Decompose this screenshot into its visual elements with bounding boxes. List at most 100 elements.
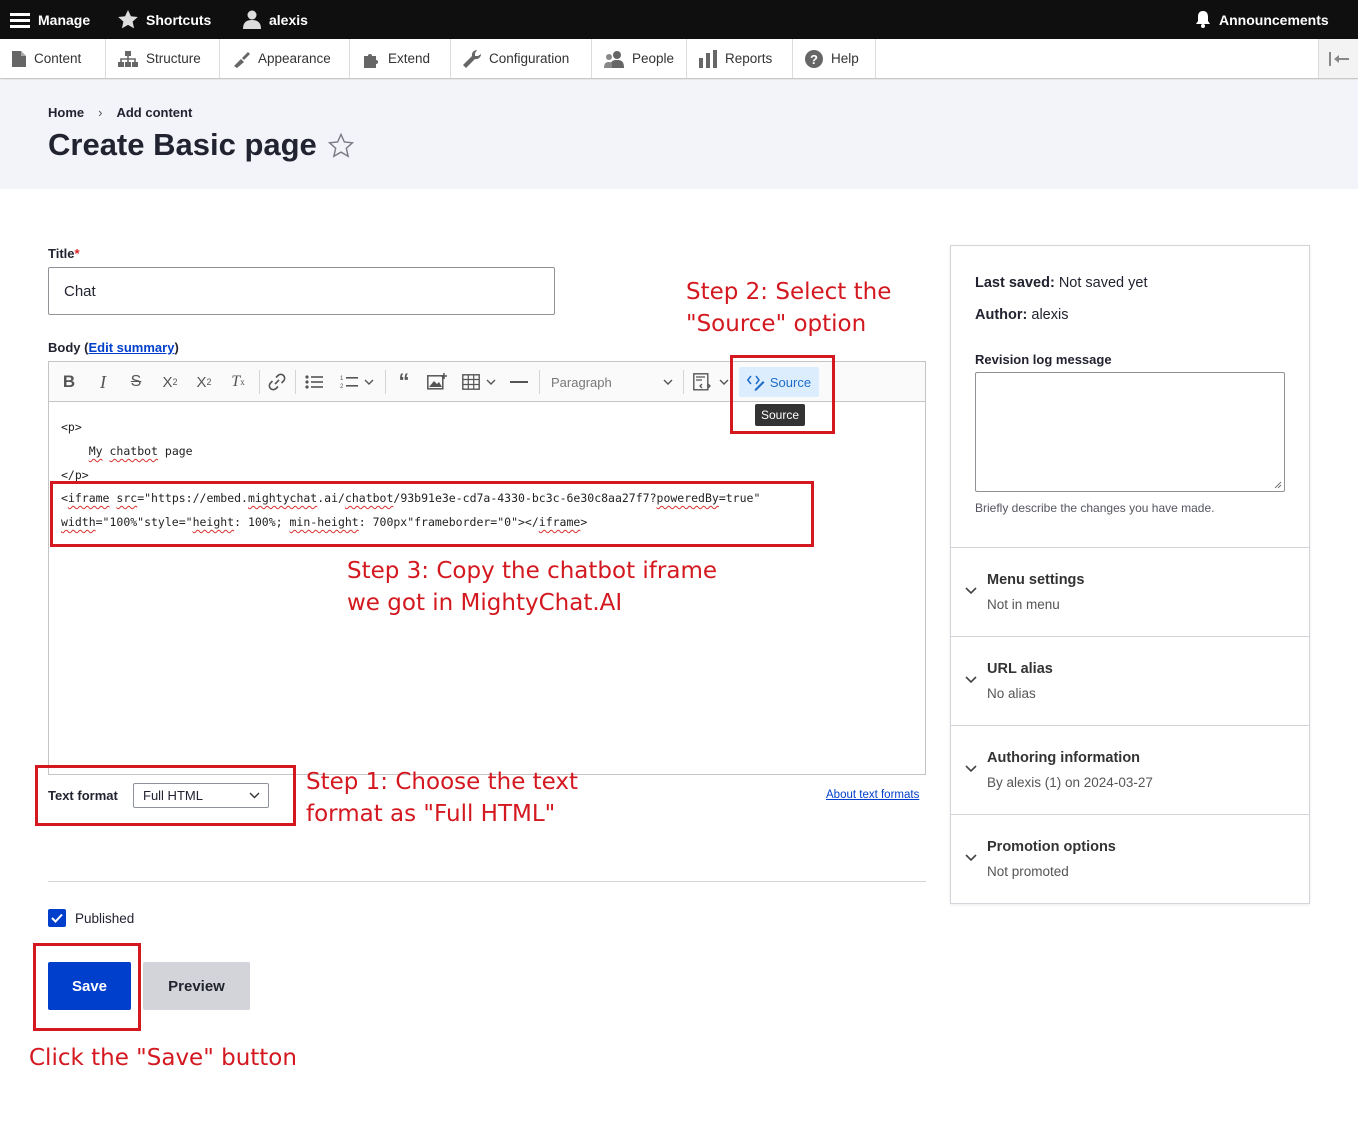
edit-summary-close: ) — [174, 340, 179, 355]
bold-icon[interactable]: B — [57, 362, 81, 402]
tray-item-reports[interactable]: Reports — [687, 39, 793, 78]
code-block-dropdown[interactable] — [689, 362, 733, 402]
strikethrough-icon[interactable]: S — [124, 362, 148, 402]
section-summary: Not promoted — [987, 864, 1069, 879]
brush-icon — [234, 51, 250, 68]
annotation-line: "Source" option — [686, 311, 867, 337]
url-alias-section[interactable]: URL alias No alias — [951, 636, 1309, 725]
user-name: alexis — [269, 11, 308, 28]
annotation-line: format as "Full HTML" — [306, 801, 556, 827]
manage-menu-button[interactable]: Manage — [10, 0, 90, 39]
help-icon: ? — [805, 49, 823, 68]
chevron-down-icon — [719, 379, 729, 385]
chevron-down-icon — [663, 379, 673, 385]
breadcrumb-add-content[interactable]: Add content — [116, 105, 192, 120]
code-line-2[interactable]: My chatbot page — [61, 444, 193, 458]
author: Author: alexis — [975, 307, 1068, 323]
tray-label-reports: Reports — [725, 51, 773, 66]
numbered-list-icon: 12 — [340, 376, 358, 389]
section-title: URL alias — [987, 661, 1053, 677]
sitemap-icon — [118, 50, 138, 67]
add-shortcut-star-icon[interactable] — [327, 132, 355, 163]
last-saved: Last saved: Not saved yet — [975, 275, 1148, 291]
meta-sidebar: Last saved: Not saved yet Author: alexis… — [950, 245, 1310, 904]
superscript-icon[interactable]: X2 — [157, 362, 183, 402]
title-input-value: Chat — [64, 282, 96, 300]
tray-orientation-toggle[interactable] — [1318, 39, 1358, 78]
toolbar-separator — [539, 370, 540, 394]
chevron-down-icon — [965, 587, 977, 595]
subscript-icon[interactable]: X2 — [191, 362, 217, 402]
code-text-misspelled: chatbot — [109, 444, 158, 458]
tray-item-structure[interactable]: Structure — [106, 39, 220, 78]
page-title: Create Basic page — [48, 127, 317, 162]
code-line-1[interactable]: <p> — [61, 420, 82, 434]
italic-icon[interactable]: I — [91, 362, 115, 402]
announcements-label: Announcements — [1219, 11, 1329, 28]
wrench-icon — [463, 49, 481, 68]
author-label: Author: — [975, 307, 1028, 323]
insert-table-dropdown[interactable] — [459, 362, 499, 402]
tray-label-configuration: Configuration — [489, 51, 570, 66]
annotation-line: Step 3: Copy the chatbot iframe — [347, 558, 718, 584]
announcements-button[interactable]: Announcements — [1195, 0, 1329, 39]
tray-item-content[interactable]: Content — [0, 39, 106, 78]
title-input[interactable]: Chat — [48, 267, 555, 315]
paragraph-format-value: Paragraph — [551, 374, 612, 390]
toolbar-separator — [295, 370, 296, 394]
edit-summary-link[interactable]: Edit summary — [88, 340, 174, 355]
annotation-save-note: Click the "Save" button — [29, 1045, 297, 1071]
code-block-icon — [693, 373, 711, 391]
numbered-list-dropdown[interactable]: 12 — [335, 362, 379, 402]
code-line-3[interactable]: </p> — [61, 468, 89, 482]
code-text: <p> — [61, 420, 82, 434]
insert-image-icon[interactable] — [424, 362, 450, 402]
table-icon — [462, 374, 480, 390]
authoring-information-section[interactable]: Authoring information By alexis (1) on 2… — [951, 725, 1309, 814]
tray-item-help[interactable]: ? Help — [793, 39, 876, 78]
title-label-text: Title — [48, 246, 75, 261]
tray-label-appearance: Appearance — [258, 51, 331, 66]
divider — [48, 881, 926, 882]
shortcuts-button[interactable]: Shortcuts — [118, 0, 211, 39]
breadcrumb-home[interactable]: Home — [48, 105, 84, 120]
chevron-down-icon — [965, 765, 977, 773]
annotation-box-text-format — [35, 765, 296, 826]
published-checkbox[interactable] — [48, 909, 66, 927]
annotation-step3: Step 3: Copy the chatbot iframe we got i… — [347, 555, 717, 619]
bulleted-list-icon[interactable] — [301, 362, 327, 402]
tray-item-people[interactable]: People — [592, 39, 687, 78]
preview-button[interactable]: Preview — [143, 962, 250, 1010]
annotation-step1: Step 1: Choose the text format as "Full … — [306, 766, 578, 830]
star-icon — [118, 10, 138, 29]
code-text: </p> — [61, 468, 89, 482]
remove-format-icon[interactable]: Tx — [225, 362, 251, 402]
toolbar-separator — [385, 370, 386, 394]
tray-item-appearance[interactable]: Appearance — [220, 39, 350, 78]
about-text-formats-link[interactable]: About text formats — [826, 789, 919, 801]
user-menu-button[interactable]: alexis — [243, 0, 308, 39]
horizontal-line-icon[interactable] — [507, 362, 531, 402]
section-summary: No alias — [987, 686, 1036, 701]
promotion-options-section[interactable]: Promotion options Not promoted — [951, 814, 1309, 903]
code-text-misspelled: My — [88, 444, 103, 458]
section-summary: Not in menu — [987, 597, 1060, 612]
admin-tray: Content Structure Appearance Extend Conf… — [0, 39, 1358, 79]
menu-settings-section[interactable]: Menu settings Not in menu — [951, 547, 1309, 636]
tray-item-configuration[interactable]: Configuration — [451, 39, 592, 78]
annotation-line: Step 2: Select the — [686, 279, 892, 305]
tray-item-extend[interactable]: Extend — [350, 39, 451, 78]
annotation-box-save — [33, 943, 141, 1031]
tray-label-help: Help — [831, 51, 859, 66]
people-icon — [604, 50, 624, 68]
shortcuts-label: Shortcuts — [146, 11, 212, 28]
blockquote-icon[interactable]: “ — [391, 362, 417, 402]
puzzle-icon — [364, 53, 378, 68]
paragraph-format-select[interactable]: Paragraph — [545, 362, 679, 402]
link-icon[interactable] — [264, 362, 290, 402]
chevron-down-icon — [965, 854, 977, 862]
last-saved-value: Not saved yet — [1058, 275, 1148, 291]
annotation-line: Step 1: Choose the text — [306, 769, 579, 795]
revision-log-textarea[interactable] — [975, 372, 1285, 492]
